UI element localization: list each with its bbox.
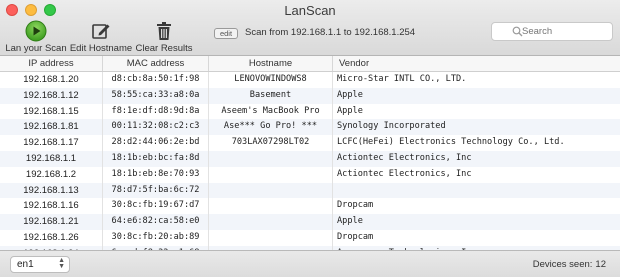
scan-range-text: Scan from 192.168.1.1 to 192.168.1.254 — [245, 27, 416, 38]
search-icon — [512, 26, 523, 37]
cell-ip: 192.168.1.16 — [0, 198, 103, 215]
cell-hostname — [209, 229, 333, 246]
cell-vendor — [333, 183, 620, 199]
devices-seen: Devices seen: 12 — [530, 259, 606, 270]
cell-mac: 18:1b:eb:bc:fa:8d — [103, 150, 209, 167]
table-row[interactable]: 192.168.1.20 d8:cb:8a:50:1f:98 LENOVOWINDO… — [0, 72, 620, 88]
edit-hostname-button[interactable]: Edit Hostname — [68, 20, 134, 54]
table-row[interactable]: 192.168.1.12 58:55:ca:33:a8:0a Basement App… — [0, 87, 620, 104]
column-header-ip[interactable]: IP address — [0, 56, 103, 71]
table-row[interactable]: 192.168.1.13 78:d7:5f:ba:6c:72 — [0, 182, 620, 199]
cell-ip: 192.168.1.15 — [0, 103, 103, 120]
devices-seen-label: Devices seen: — [532, 259, 593, 270]
cell-vendor: Apple — [337, 105, 363, 116]
clear-results-button[interactable]: Clear Results — [134, 20, 194, 54]
cell-hostname: 703LAX07298LT02 — [209, 135, 333, 151]
scan-button-label: Lan your Scan — [5, 43, 67, 54]
up-down-chevron-icon: ▲ ▼ — [58, 257, 65, 270]
cell-mac: 30:8c:fb:20:ab:89 — [103, 229, 209, 246]
cell-vendor: Actiontec Electronics, Inc — [337, 152, 472, 163]
lanscan-window: LanScan Lan your Scan Edit Hostname Clea… — [0, 0, 620, 277]
table-row[interactable]: 192.168.1.21 64:e6:82:ca:58:e0 Apple — [0, 214, 620, 230]
cell-ip: 192.168.1.81 — [0, 119, 103, 136]
cell-hostname: Aseem's MacBook Pro — [209, 103, 333, 120]
cell-ip: 192.168.1.2 — [0, 166, 103, 183]
cell-hostname: Ase*** Go Pro! *** — [209, 119, 333, 136]
table-row[interactable]: 192.168.1.15 f8:1e:df:d8:9d:8a Aseem's Mac… — [0, 103, 620, 120]
table-row[interactable]: 192.168.1.26 30:8c:fb:20:ab:89 Dropcam — [0, 229, 620, 246]
cell-vendor: LCFC(HeFei) Electronics Technology Co., … — [337, 137, 565, 148]
cell-mac: d8:cb:8a:50:1f:98 — [103, 72, 209, 88]
cell-vendor: Actiontec Electronics, Inc — [337, 168, 472, 179]
column-header-vendor[interactable]: Vendor — [333, 56, 620, 71]
cell-hostname — [209, 150, 333, 167]
cell-vendor: Synology Incorporated — [337, 121, 446, 132]
cell-ip: 192.168.1.20 — [0, 72, 103, 88]
cell-vendor: Dropcam — [337, 231, 374, 242]
table-body: 192.168.1.20 d8:cb:8a:50:1f:98 LENOVOWINDO… — [0, 72, 620, 250]
cell-vendor: Apple — [337, 89, 363, 100]
interface-select-value: en1 — [17, 259, 34, 270]
table-row[interactable]: 192.168.1.16 30:8c:fb:19:67:d7 Dropcam — [0, 198, 620, 215]
cell-mac: 78:d7:5f:ba:6c:72 — [103, 182, 209, 199]
cell-mac: 58:55:ca:33:a8:0a — [103, 87, 209, 104]
cell-vendor: Micro-Star INTL CO., LTD. — [337, 74, 467, 84]
cell-ip: 192.168.1.26 — [0, 229, 103, 246]
cell-hostname — [209, 182, 333, 199]
table-header: IP address MAC address Hostname Vendor — [0, 56, 620, 72]
cell-hostname: Basement — [209, 87, 333, 104]
cell-hostname: LENOVOWINDOWS8 — [209, 72, 333, 88]
cell-hostname — [209, 198, 333, 215]
devices-seen-count: 12 — [595, 259, 606, 270]
cell-hostname — [209, 166, 333, 183]
cell-ip: 192.168.1.1 — [0, 150, 103, 167]
table-row[interactable]: 192.168.1.2 18:1b:eb:8e:70:93 Actiontec El… — [0, 166, 620, 183]
cell-ip: 192.168.1.13 — [0, 182, 103, 199]
cell-vendor: Apple — [337, 216, 363, 227]
table-row[interactable]: 192.168.1.17 28:d2:44:06:2e:bd 703LAX07298… — [0, 135, 620, 151]
cell-hostname — [209, 214, 333, 230]
status-bar: en1 ▲ ▼ Devices seen: 12 — [0, 250, 620, 277]
edit-hostname-label: Edit Hostname — [69, 43, 133, 54]
search-input[interactable] — [522, 26, 602, 37]
cell-mac: 00:11:32:08:c2:c3 — [103, 119, 209, 136]
cell-ip: 192.168.1.21 — [0, 214, 103, 230]
trash-icon — [153, 20, 175, 42]
cell-mac: 64:e6:82:ca:58:e0 — [103, 214, 209, 230]
clear-results-label: Clear Results — [135, 43, 193, 54]
scan-button[interactable]: Lan your Scan — [4, 20, 68, 54]
pencil-square-icon — [90, 20, 112, 42]
column-header-mac[interactable]: MAC address — [103, 56, 209, 71]
cell-mac: 28:d2:44:06:2e:bd — [103, 135, 209, 151]
toolbar: LanScan Lan your Scan Edit Hostname Clea… — [0, 0, 620, 56]
cell-ip: 192.168.1.17 — [0, 135, 103, 151]
play-circle-icon — [25, 20, 47, 42]
search-field[interactable] — [491, 22, 613, 41]
edit-range-button[interactable]: edit — [214, 28, 238, 39]
cell-mac: 30:8c:fb:19:67:d7 — [103, 198, 209, 215]
cell-ip: 192.168.1.12 — [0, 87, 103, 104]
table-row[interactable]: 192.168.1.81 00:11:32:08:c2:c3 Ase*** Go P… — [0, 119, 620, 136]
results-table: IP address MAC address Hostname Vendor 1… — [0, 56, 620, 250]
column-header-hostname[interactable]: Hostname — [209, 56, 333, 71]
cell-vendor: Dropcam — [337, 200, 374, 211]
cell-mac: 18:1b:eb:8e:70:93 — [103, 166, 209, 183]
interface-select[interactable]: en1 ▲ ▼ — [10, 256, 70, 273]
cell-mac: f8:1e:df:d8:9d:8a — [103, 103, 209, 120]
table-row[interactable]: 192.168.1.1 18:1b:eb:bc:fa:8d Actiontec El… — [0, 150, 620, 167]
window-title: LanScan — [284, 3, 336, 18]
